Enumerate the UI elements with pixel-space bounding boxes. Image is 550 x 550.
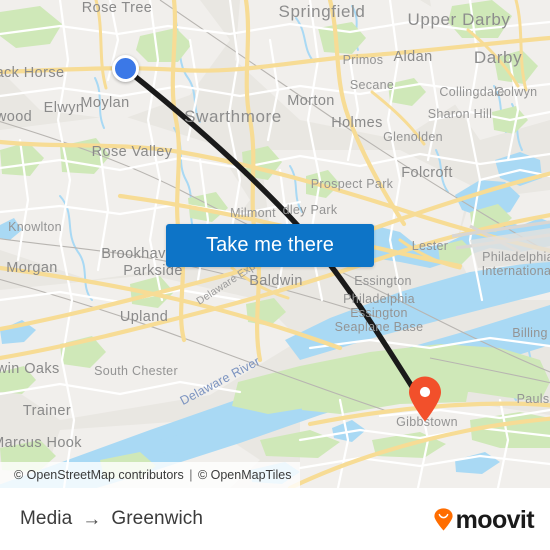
moovit-pin-icon: [434, 507, 453, 530]
moovit-route-card: Rose Tree Springfield Upper Darby Darby ack …: [0, 0, 550, 550]
card-footer: Media → Greenwich moovit: [0, 488, 550, 550]
origin-marker-dot[interactable]: [111, 54, 139, 82]
attribution-osm[interactable]: © OpenStreetMap contributors: [14, 468, 184, 482]
arrow-right-icon: →: [82, 508, 102, 530]
moovit-logo[interactable]: moovit: [434, 488, 535, 550]
route-origin-label: Media: [20, 508, 73, 529]
map-canvas[interactable]: Rose Tree Springfield Upper Darby Darby ack …: [0, 0, 550, 488]
attribution-separator: |: [189, 468, 193, 482]
take-me-there-button[interactable]: Take me there: [166, 224, 374, 267]
route-summary: Media → Greenwich: [20, 488, 203, 550]
route-destination-label: Greenwich: [111, 508, 204, 529]
moovit-wordmark: moovit: [455, 505, 535, 534]
attribution-maptiles[interactable]: © OpenMapTiles: [198, 468, 292, 482]
map-attribution: © OpenStreetMap contributors | © OpenMap…: [0, 462, 300, 488]
